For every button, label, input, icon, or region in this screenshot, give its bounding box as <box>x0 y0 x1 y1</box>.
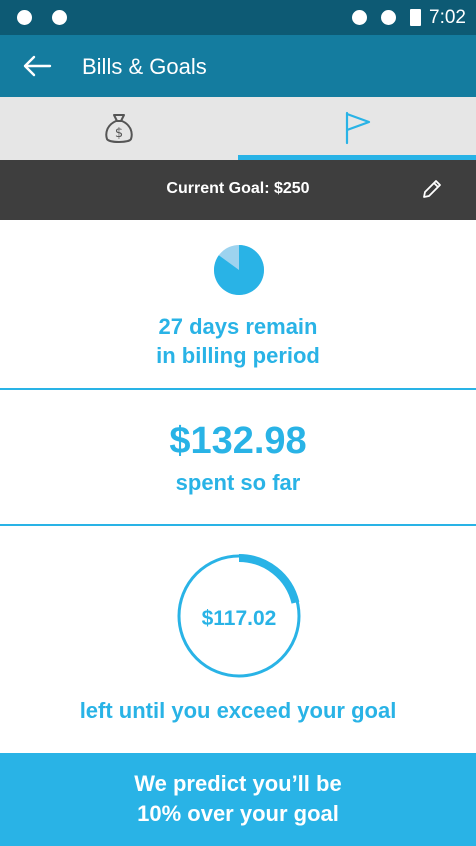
pencil-icon[interactable] <box>420 177 444 201</box>
prediction-line-2: 10% over your goal <box>137 801 339 826</box>
money-bag-icon: $ <box>105 114 133 143</box>
status-bar: 7:02 <box>0 0 476 35</box>
prediction-banner: We predict you’ll be 10% over your goal <box>0 753 476 846</box>
notification-dot-icon <box>52 10 67 25</box>
notification-dot-icon <box>17 10 32 25</box>
tab-bills[interactable]: $ <box>0 97 238 160</box>
tab-goals[interactable] <box>238 97 476 160</box>
current-goal-bar: Current Goal: $250 <box>0 160 476 220</box>
app-bar: Bills & Goals <box>0 35 476 97</box>
remaining-section: $117.02 left until you exceed your goal <box>0 526 476 752</box>
remaining-amount: $117.02 <box>201 607 277 630</box>
signal-dot-icon <box>381 10 396 25</box>
days-remaining-line: 27 days remain <box>158 314 318 339</box>
days-remaining-text: 27 days remain in billing period <box>0 312 476 370</box>
current-goal-label: Current Goal: $250 <box>166 180 310 197</box>
back-arrow-icon[interactable] <box>22 52 52 80</box>
battery-icon <box>410 9 421 26</box>
page-title: Bills & Goals <box>82 54 207 79</box>
remaining-label: left until you exceed your goal <box>79 698 397 723</box>
billing-period-line: in billing period <box>156 343 320 368</box>
spent-section: $132.98 spent so far <box>0 390 476 524</box>
svg-text:$: $ <box>115 126 123 141</box>
billing-period-pie <box>214 245 264 295</box>
status-time: 7:02 <box>429 7 466 28</box>
spent-label: spent so far <box>175 470 301 495</box>
tab-bar: $ <box>0 97 476 160</box>
spent-amount: $132.98 <box>169 420 307 462</box>
prediction-line-1: We predict you’ll be <box>134 771 342 796</box>
flag-icon <box>345 111 371 145</box>
billing-period-section: 27 days remain in billing period <box>0 220 476 388</box>
signal-dot-icon <box>352 10 367 25</box>
